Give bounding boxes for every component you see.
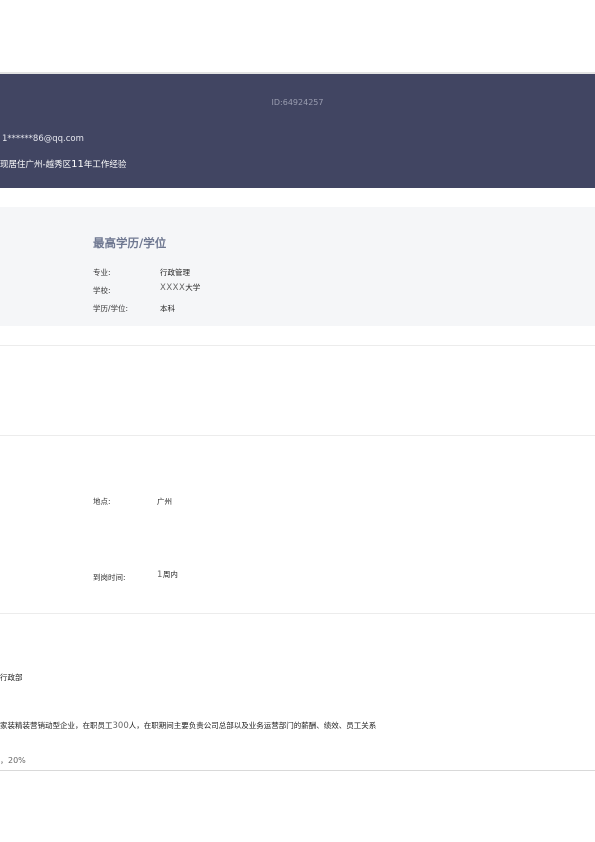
- school-value-prefix: XXXX: [160, 283, 186, 293]
- location-experience: 现居住广州-越秀区11年工作经验: [0, 158, 126, 170]
- school-label: 学校:: [93, 286, 111, 295]
- school-value-suffix: 大学: [185, 283, 201, 292]
- section-divider: [0, 345, 595, 346]
- arrival-unit: 周内: [162, 570, 178, 579]
- bottom-divider: [0, 770, 595, 771]
- arrival-time-value: 1周内: [157, 569, 178, 580]
- arrival-time-label: 到岗时间:: [93, 573, 126, 582]
- resume-id: ID:64924257: [271, 98, 324, 107]
- experience-desc-prefix: 家装精装营销动型企业，在职员工: [0, 721, 113, 730]
- major-value: 行政管理: [160, 268, 190, 277]
- section-divider: [0, 435, 595, 436]
- experience-percent: ，20%: [0, 756, 26, 765]
- section-divider: [0, 613, 595, 614]
- email-text: 1******86@qq.com: [2, 134, 84, 144]
- years-number: 11: [71, 159, 84, 170]
- major-label: 专业:: [93, 268, 111, 277]
- education-section: [0, 207, 595, 326]
- experience-desc-number: 300: [112, 721, 129, 731]
- location-suffix: 年工作经验: [83, 160, 127, 170]
- location-prefix: 现居住广州-越秀区: [0, 160, 72, 170]
- school-value: XXXX大学: [160, 282, 200, 293]
- intention-location-value: 广州: [157, 497, 172, 506]
- experience-description: 家装精装营销动型企业，在职员工300人，在职期间主要负责公司总部以及业务运营部门…: [0, 720, 376, 731]
- education-title: 最高学历/学位: [93, 236, 167, 250]
- experience-desc-suffix: 人，在职期间主要负责公司总部以及业务运营部门的薪酬、绩效、员工关系: [128, 721, 377, 730]
- experience-department: 行政部: [0, 673, 23, 682]
- degree-label: 学历/学位:: [93, 304, 129, 313]
- degree-value: 本科: [160, 304, 175, 313]
- intention-location-label: 地点:: [93, 497, 111, 506]
- profile-header: [0, 74, 595, 188]
